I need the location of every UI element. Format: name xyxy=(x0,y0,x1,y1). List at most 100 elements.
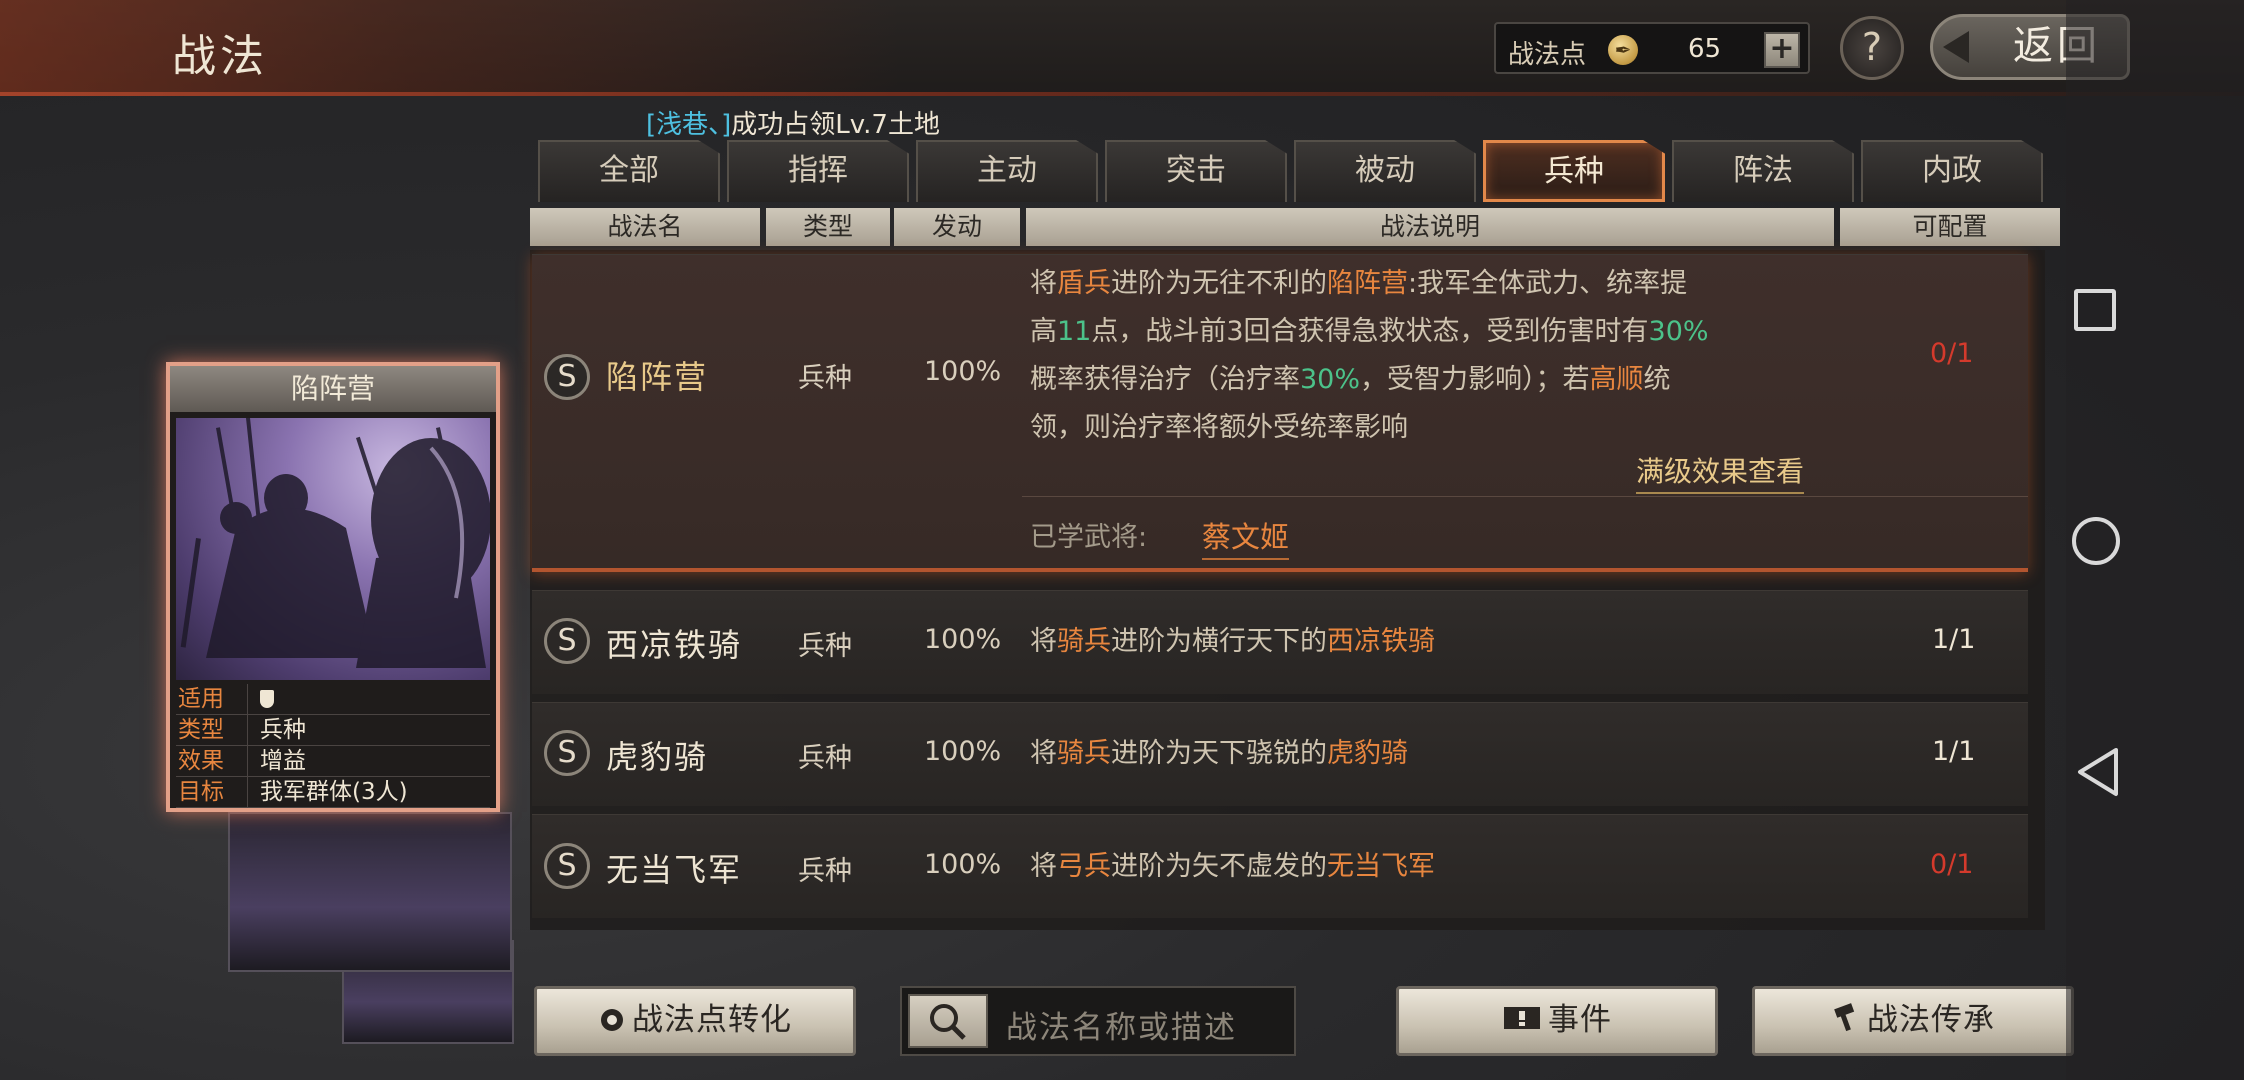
desc-value: 30% xyxy=(1648,316,1709,347)
config-count: 0/1 xyxy=(1930,849,1974,880)
card-key: 效果 xyxy=(176,746,248,776)
desc-value: 30% xyxy=(1300,364,1361,395)
event-alert-icon xyxy=(1502,991,1542,1053)
inherit-tactic-label: 战法传承 xyxy=(1867,1002,1995,1038)
desc-highlight: 虎豹骑 xyxy=(1327,738,1408,769)
tactic-name: 无当飞军 xyxy=(606,851,743,889)
full-level-effect-link[interactable]: 满级效果查看 xyxy=(1636,450,1805,494)
desc-highlight: 无当飞军 xyxy=(1327,851,1435,882)
tactic-rate: 100% xyxy=(924,849,1002,880)
tactic-name: 西凉铁骑 xyxy=(606,626,743,664)
tab-all[interactable]: 全部 xyxy=(538,140,720,202)
column-header-name[interactable]: 战法名 xyxy=(530,208,760,246)
desc-text: :我军全体武力、统率提 xyxy=(1408,268,1688,299)
add-points-button[interactable]: + xyxy=(1764,32,1800,68)
column-header-type[interactable]: 类型 xyxy=(766,208,890,246)
tactic-type: 兵种 xyxy=(798,856,852,887)
events-label: 事件 xyxy=(1548,1002,1612,1038)
notice-player: [浅巷、] xyxy=(646,110,732,140)
top-bar xyxy=(0,0,2244,96)
header-divider xyxy=(0,92,2244,96)
card-row-target: 目标 我军群体(3人) xyxy=(176,777,490,808)
tactic-type: 兵种 xyxy=(798,631,852,662)
troop-silhouette-icon xyxy=(180,418,490,668)
hammer-icon xyxy=(1831,991,1861,1053)
card-info-table: 适用 类型 兵种 效果 增益 目标 我军群体(3人) xyxy=(176,684,490,808)
desc-text: 统 xyxy=(1643,364,1671,395)
learned-generals-label: 已学武将: xyxy=(1030,522,1148,553)
tactic-rate: 100% xyxy=(924,736,1002,767)
grade-badge: S xyxy=(544,354,590,400)
grade-badge: S xyxy=(544,730,590,776)
desc-text: 进阶为天下骁锐的 xyxy=(1111,738,1327,769)
desc-text: 将 xyxy=(1030,268,1057,299)
card-row-applicable: 适用 xyxy=(176,684,490,715)
card-value: 兵种 xyxy=(260,717,306,743)
events-button[interactable]: 事件 xyxy=(1396,986,1718,1056)
desc-text: 高 xyxy=(1030,316,1057,347)
desc-highlight: 骑兵 xyxy=(1057,738,1111,769)
desc-highlight: 弓兵 xyxy=(1057,851,1111,882)
desc-text: 将 xyxy=(1030,738,1057,769)
column-header-configurable[interactable]: 可配置 xyxy=(1840,208,2060,246)
tactic-description: 将骑兵进阶为横行天下的西凉铁骑 xyxy=(1030,618,1435,666)
occupy-notice: [浅巷、]成功占领Lv.7土地 xyxy=(646,104,940,141)
convert-points-button[interactable]: 战法点转化 xyxy=(534,986,856,1056)
desc-text: 将 xyxy=(1030,851,1057,882)
card-row-effect: 效果 增益 xyxy=(176,746,490,777)
tactic-points-box: 战法点 ✒ 65 + xyxy=(1494,22,1810,74)
card-value-shield xyxy=(260,684,274,716)
desc-text: 点，战斗前3回合获得急救状态，受到伤害时有 xyxy=(1091,316,1649,347)
tab-command[interactable]: 指挥 xyxy=(727,140,909,202)
learned-general-link[interactable]: 蔡文姬 xyxy=(1202,514,1290,560)
tactic-points-value: 65 xyxy=(1688,34,1722,64)
card-row-type: 类型 兵种 xyxy=(176,715,490,746)
tab-internal-affairs[interactable]: 内政 xyxy=(1861,140,2043,202)
inherit-tactic-button[interactable]: 战法传承 xyxy=(1752,986,2074,1056)
tactic-points-label: 战法点 xyxy=(1508,40,1587,70)
search-icon[interactable] xyxy=(908,994,988,1048)
desc-highlight: 骑兵 xyxy=(1057,626,1111,657)
tactic-description: 将骑兵进阶为天下骁锐的虎豹骑 xyxy=(1030,730,1408,778)
tab-passive[interactable]: 被动 xyxy=(1294,140,1476,202)
config-count: 0/1 xyxy=(1930,338,1974,369)
shield-icon xyxy=(260,690,274,708)
desc-text: ，受智力影响）；若 xyxy=(1360,364,1590,395)
desc-text: 将 xyxy=(1030,626,1057,657)
convert-points-label: 战法点转化 xyxy=(632,1002,792,1038)
tab-assault[interactable]: 突击 xyxy=(1105,140,1287,202)
grade-badge: S xyxy=(544,843,590,889)
help-button[interactable]: ? xyxy=(1840,16,1904,80)
stacked-card-back xyxy=(228,812,512,972)
tab-active[interactable]: 主动 xyxy=(916,140,1098,202)
tactic-description: 将弓兵进阶为矢不虚发的无当飞军 xyxy=(1030,843,1435,891)
desc-highlight: 高顺 xyxy=(1589,364,1644,395)
search-input[interactable]: 战法名称或描述 xyxy=(900,986,1296,1056)
card-artwork xyxy=(176,418,490,680)
tactic-card: 陷阵营 适用 类型 兵种 效果 增益 目标 我军群体(3人) xyxy=(166,362,500,812)
header-glow xyxy=(0,0,900,96)
home-icon[interactable] xyxy=(2072,517,2120,565)
card-key: 类型 xyxy=(176,715,248,745)
recent-apps-icon[interactable] xyxy=(2074,289,2116,331)
desc-highlight: 盾兵 xyxy=(1057,268,1111,299)
column-header-description: 战法说明 xyxy=(1026,208,1834,246)
desc-highlight: 西凉铁骑 xyxy=(1327,626,1435,657)
card-key: 适用 xyxy=(176,684,248,714)
card-value: 增益 xyxy=(260,748,306,774)
tactic-rate: 100% xyxy=(924,356,1002,387)
notice-text: 成功占领Lv.7土地 xyxy=(731,110,940,140)
tactic-name: 虎豹骑 xyxy=(606,738,709,776)
card-title: 陷阵营 xyxy=(170,366,496,412)
column-header-rate[interactable]: 发动 xyxy=(894,208,1020,246)
tactic-name: 陷阵营 xyxy=(606,358,709,396)
row-divider xyxy=(1022,496,2028,497)
desc-text: 概率获得治疗（治疗率 xyxy=(1030,364,1300,395)
desc-text: 进阶为矢不虚发的 xyxy=(1111,851,1327,882)
tab-troop-type[interactable]: 兵种 xyxy=(1483,140,1665,202)
search-placeholder: 战法名称或描述 xyxy=(1006,1010,1237,1046)
tactic-point-coin-icon: ✒ xyxy=(1608,35,1638,65)
desc-text: 领，则治疗率将额外受统率影响 xyxy=(1030,412,1408,443)
config-count: 1/1 xyxy=(1932,624,1976,655)
tab-formation[interactable]: 阵法 xyxy=(1672,140,1854,202)
